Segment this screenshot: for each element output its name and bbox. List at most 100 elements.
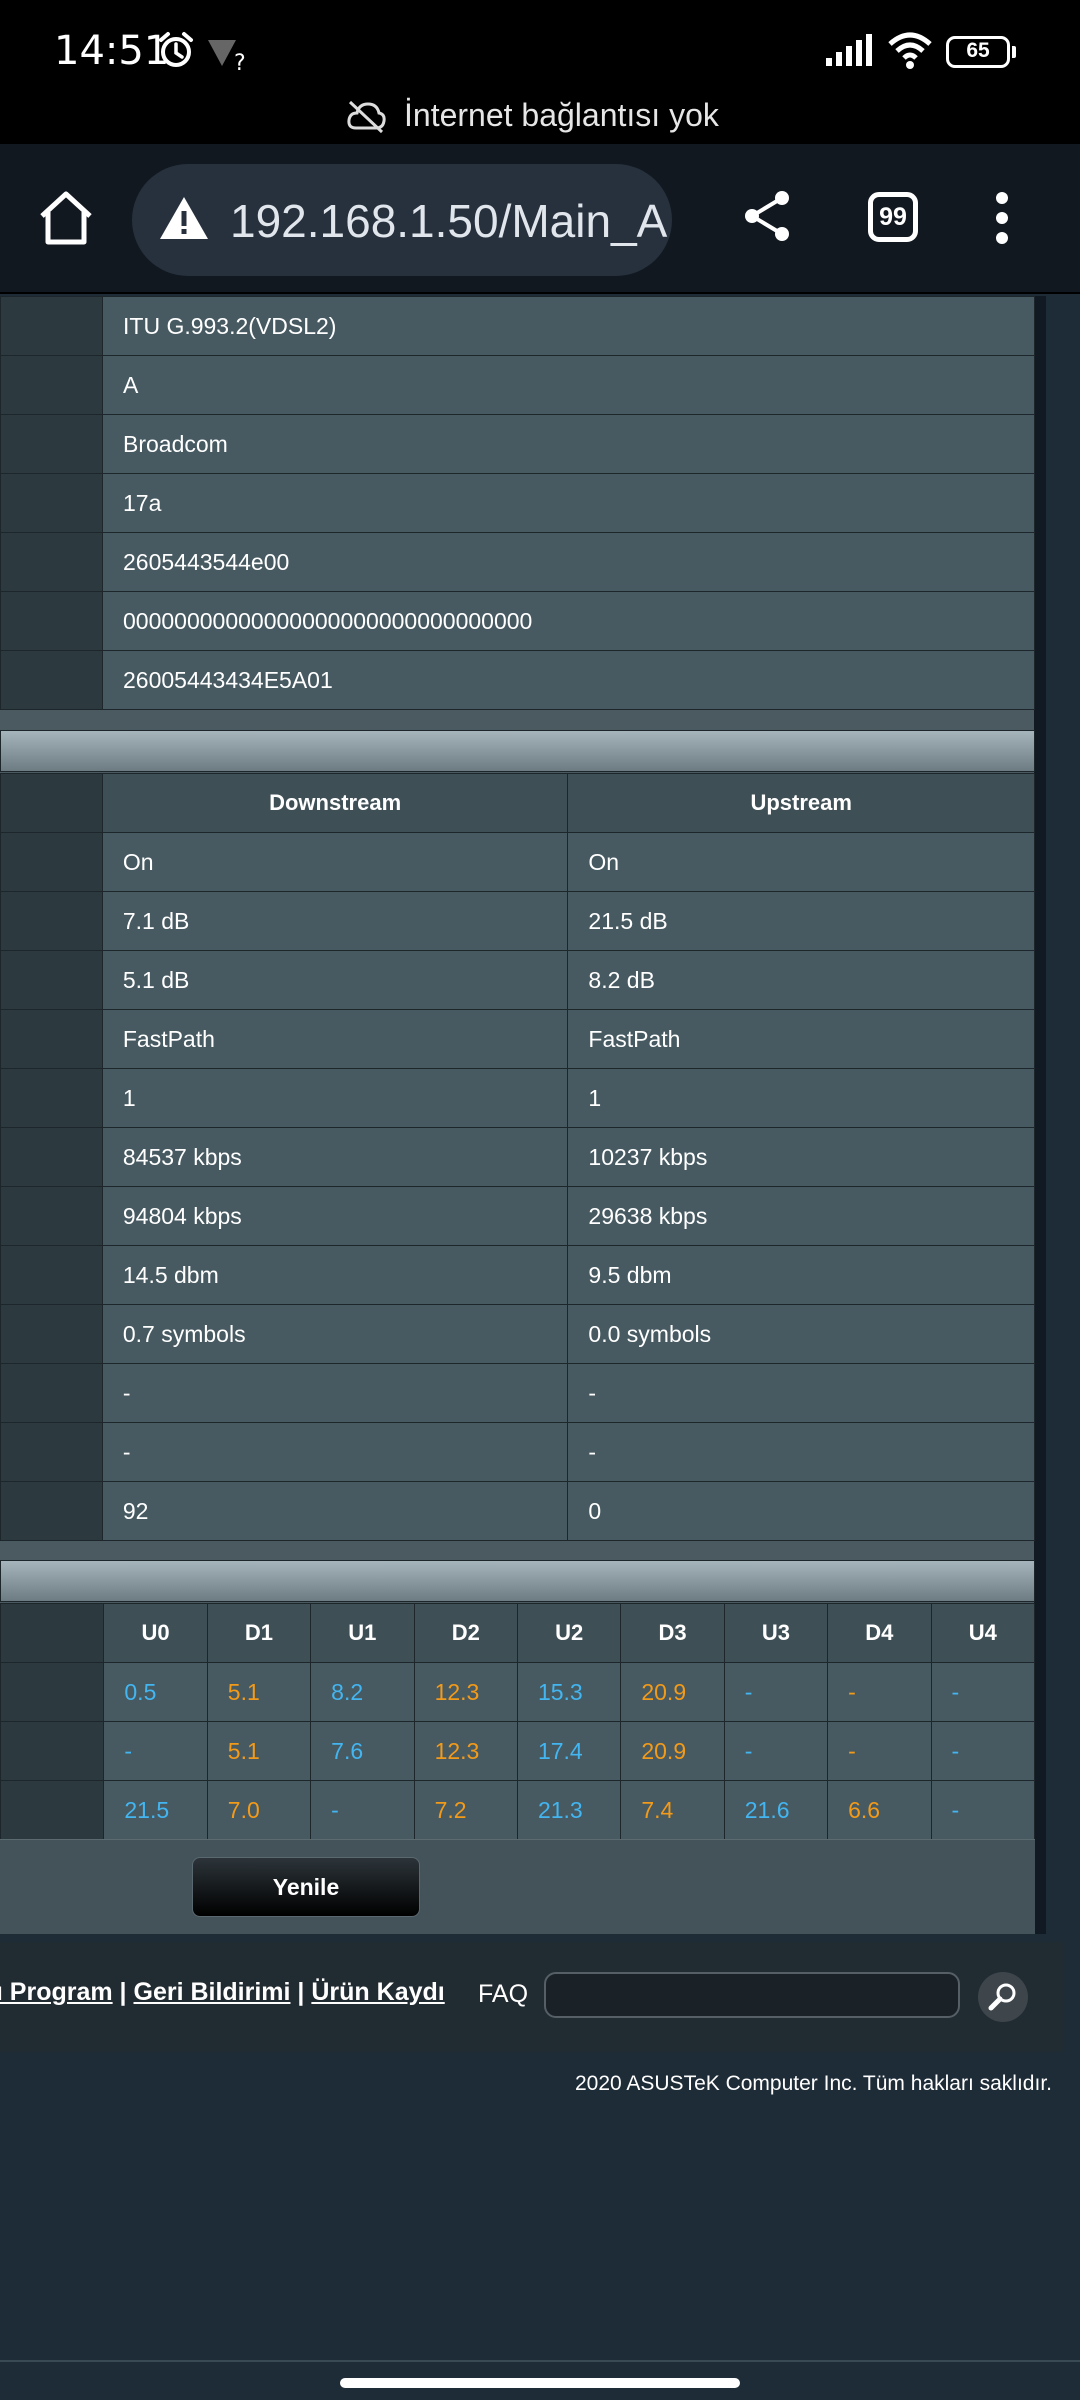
upstream-value: 9.5 dbm bbox=[567, 1245, 1035, 1305]
band-value: 5.1 bbox=[206, 1721, 312, 1781]
row-label-cell bbox=[0, 1009, 103, 1069]
band-value: - bbox=[103, 1721, 208, 1781]
info-row: 17a bbox=[0, 473, 1035, 533]
downstream-value: 14.5 dbm bbox=[101, 1245, 569, 1305]
product-registration-link[interactable]: Ürün Kaydı bbox=[311, 1978, 444, 2006]
band-value: 7.4 bbox=[620, 1780, 725, 1840]
info-row: 00000000000000000000000000000000 bbox=[0, 591, 1035, 651]
stats-section-header bbox=[0, 730, 1035, 772]
row-label-cell bbox=[0, 1186, 103, 1246]
row-label-cell bbox=[0, 591, 103, 651]
band-value: 7.2 bbox=[413, 1780, 518, 1840]
downstream-value: 92 bbox=[101, 1481, 569, 1541]
row-label-cell bbox=[0, 473, 103, 533]
refresh-button[interactable]: Yenile bbox=[192, 1857, 420, 1917]
band-value: - bbox=[930, 1780, 1036, 1840]
band-header-blank bbox=[0, 1603, 105, 1663]
battery-level: 65 bbox=[966, 39, 990, 62]
downstream-header: Downstream bbox=[101, 773, 569, 833]
row-label-cell bbox=[0, 1304, 103, 1364]
band-value: 21.5 bbox=[103, 1780, 208, 1840]
upstream-value: On bbox=[567, 832, 1035, 892]
downstream-value: 7.1 dB bbox=[101, 891, 569, 951]
downstream-value: - bbox=[101, 1422, 569, 1482]
info-value: 00000000000000000000000000000000 bbox=[102, 591, 1035, 651]
band-header-u1: U1 bbox=[310, 1603, 415, 1663]
band-section-header bbox=[0, 1560, 1035, 1602]
gesture-bar bbox=[0, 2360, 1080, 2400]
band-value: 12.3 bbox=[413, 1662, 518, 1722]
row-label-cell bbox=[0, 1662, 105, 1722]
band-value: 7.0 bbox=[206, 1780, 312, 1840]
home-icon[interactable] bbox=[36, 188, 96, 253]
upstream-value: - bbox=[567, 1422, 1035, 1482]
tab-switcher-button[interactable]: 99 bbox=[868, 192, 918, 242]
row-label-cell bbox=[0, 1780, 105, 1840]
footer-bar: cı Program | Geri Bildirimi | Ürün Kaydı… bbox=[0, 1942, 1064, 2052]
upstream-value: 1 bbox=[567, 1068, 1035, 1128]
row-label-cell bbox=[0, 832, 103, 892]
home-gesture-handle[interactable] bbox=[340, 2378, 740, 2388]
stats-row: 5.1 dB 8.2 dB bbox=[0, 950, 1035, 1010]
band-value: - bbox=[310, 1780, 415, 1840]
info-row: 2605443544e00 bbox=[0, 532, 1035, 592]
row-label-cell bbox=[0, 414, 103, 474]
dsl-info-table: ITU G.993.2(VDSL2) A Broadcom 17a 2605443544… bbox=[0, 296, 1035, 710]
offline-message: İnternet bağlantısı yok bbox=[404, 97, 719, 133]
row-label-cell bbox=[0, 1481, 103, 1541]
band-header-d3: D3 bbox=[620, 1603, 725, 1663]
stats-header-blank bbox=[0, 773, 103, 833]
dsl-info-panel: ITU G.993.2(VDSL2) A Broadcom 17a 2605443544… bbox=[0, 296, 1046, 1934]
share-icon[interactable] bbox=[742, 188, 792, 249]
band-header-d4: D4 bbox=[827, 1603, 932, 1663]
stats-table: Downstream Upstream On On 7.1 dB 21.5 dB 5.1… bbox=[0, 773, 1035, 1541]
upstream-value: FastPath bbox=[567, 1009, 1035, 1069]
no-signal-icon: ? bbox=[206, 36, 250, 77]
row-label-cell bbox=[0, 532, 103, 592]
overflow-menu-icon[interactable] bbox=[992, 190, 1012, 251]
stats-row: 7.1 dB 21.5 dB bbox=[0, 891, 1035, 951]
band-header-d1: D1 bbox=[206, 1603, 312, 1663]
stats-row: 92 0 bbox=[0, 1481, 1035, 1541]
stats-row: -- bbox=[0, 1422, 1035, 1482]
row-label-cell bbox=[0, 950, 103, 1010]
band-value: - bbox=[930, 1721, 1036, 1781]
faq-label: FAQ bbox=[478, 1980, 529, 2008]
info-row: Broadcom bbox=[0, 414, 1035, 474]
band-value: 21.6 bbox=[723, 1780, 829, 1840]
link-separator: | bbox=[290, 1978, 312, 2006]
row-label-cell bbox=[0, 1245, 103, 1305]
row-label-cell bbox=[0, 1721, 105, 1781]
downstream-value: 1 bbox=[101, 1068, 569, 1128]
offline-banner: İnternet bağlantısı yok bbox=[0, 92, 1080, 144]
faq-search-input[interactable] bbox=[544, 1972, 960, 2018]
cell-signal-icon bbox=[824, 34, 876, 73]
upstream-value: 10237 kbps bbox=[567, 1127, 1035, 1187]
battery-icon: 65 bbox=[946, 36, 1016, 68]
downstream-value: - bbox=[101, 1363, 569, 1423]
footer-links: cı Program | Geri Bildirimi | Ürün Kaydı bbox=[0, 1978, 445, 2007]
cloud-off-icon bbox=[346, 100, 386, 139]
info-value: ITU G.993.2(VDSL2) bbox=[102, 296, 1035, 356]
downstream-value: FastPath bbox=[101, 1009, 569, 1069]
upstream-value: 0 bbox=[567, 1481, 1035, 1541]
address-bar[interactable]: 192.168.1.50/Main_A bbox=[132, 164, 672, 276]
info-value: A bbox=[102, 355, 1035, 415]
feedback-link[interactable]: Geri Bildirimi bbox=[134, 1978, 291, 2006]
stats-row: 11 bbox=[0, 1068, 1035, 1128]
program-link[interactable]: cı Program bbox=[0, 1978, 113, 2006]
link-separator: | bbox=[112, 1978, 134, 2006]
row-label-cell bbox=[0, 1422, 103, 1482]
band-table: U0 D1 U1 D2 U2 D3 U3 D4 U4 0.5 5.1 8.2 12.3 15.3 20.9… bbox=[0, 1603, 1036, 1840]
warning-icon[interactable] bbox=[158, 194, 210, 247]
info-value: 26005443434E5A01 bbox=[102, 650, 1035, 710]
info-row: 26005443434E5A01 bbox=[0, 650, 1035, 710]
search-icon bbox=[988, 1983, 1016, 2011]
clock: 14:51 bbox=[54, 28, 170, 74]
url-text[interactable]: 192.168.1.50/Main_A bbox=[230, 194, 667, 248]
band-header-d2: D2 bbox=[413, 1603, 518, 1663]
status-bar: 14:51 ? 65 bbox=[0, 0, 1080, 92]
search-button[interactable] bbox=[978, 1972, 1028, 2022]
band-value: 21.3 bbox=[516, 1780, 622, 1840]
stats-row: 84537 kbps 10237 kbps bbox=[0, 1127, 1035, 1187]
